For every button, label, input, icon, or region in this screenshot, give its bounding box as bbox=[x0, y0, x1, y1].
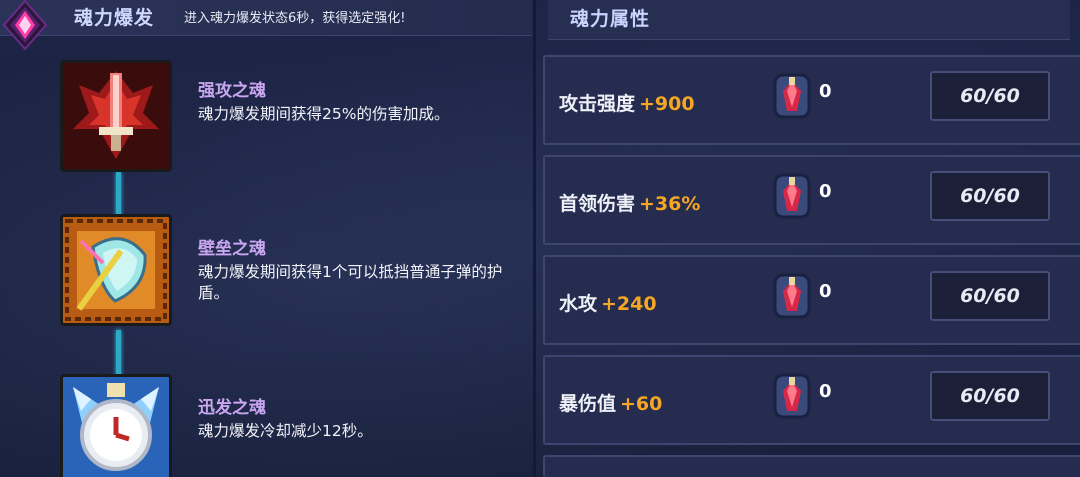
attribute-card[interactable] bbox=[543, 455, 1080, 477]
attribute-label: 首领伤害 +36% bbox=[559, 193, 701, 215]
soul-gem-icon bbox=[773, 273, 811, 319]
attribute-bonus: +240 bbox=[601, 293, 657, 315]
soul-gem-icon bbox=[773, 73, 811, 119]
gem-count: 0 bbox=[819, 381, 832, 402]
attribute-card[interactable]: 首领伤害 +36% 0 60/60 bbox=[543, 155, 1080, 245]
skill-name: 壁垒之魂 bbox=[198, 239, 266, 259]
skill-name: 迅发之魂 bbox=[198, 398, 266, 418]
soul-burst-title: 魂力爆发 bbox=[74, 7, 155, 29]
soul-attributes-title: 魂力属性 bbox=[570, 8, 651, 30]
clock-soul-icon[interactable] bbox=[60, 374, 172, 477]
attribute-level: 60/60 bbox=[930, 71, 1050, 121]
chain-connector bbox=[116, 330, 121, 378]
skill-description: 魂力爆发期间获得1个可以抵挡普通子弹的护盾。 bbox=[198, 263, 503, 302]
gem-count: 0 bbox=[819, 181, 832, 202]
attribute-bonus: +36% bbox=[639, 193, 701, 215]
skill-description: 魂力爆发冷却减少12秒。 bbox=[198, 422, 373, 440]
attribute-bonus: +900 bbox=[639, 93, 695, 115]
attribute-card[interactable]: 水攻 +240 0 60/60 bbox=[543, 255, 1080, 345]
attribute-card[interactable]: 暴伤值 +60 0 60/60 bbox=[543, 355, 1080, 445]
attribute-level: 60/60 bbox=[930, 171, 1050, 221]
attribute-level: 60/60 bbox=[930, 371, 1050, 421]
gem-count: 0 bbox=[819, 81, 832, 102]
soul-gem-icon bbox=[773, 173, 811, 219]
attribute-label: 水攻 +240 bbox=[559, 293, 657, 315]
shield-soul-icon[interactable] bbox=[60, 214, 172, 326]
attribute-bonus: +60 bbox=[620, 393, 663, 415]
attribute-label: 暴伤值 +60 bbox=[559, 393, 663, 415]
soul-gem-icon bbox=[773, 373, 811, 419]
chain-connector bbox=[116, 172, 121, 217]
skill-description: 魂力爆发期间获得25%的伤害加成。 bbox=[198, 105, 450, 123]
attribute-level: 60/60 bbox=[930, 271, 1050, 321]
red-sword-soul-icon[interactable] bbox=[60, 60, 172, 172]
gem-count: 0 bbox=[819, 281, 832, 302]
skill-name: 强攻之魂 bbox=[198, 81, 266, 101]
panel-divider bbox=[533, 0, 536, 477]
soul-burst-icon bbox=[2, 0, 48, 50]
attribute-label: 攻击强度 +900 bbox=[559, 93, 695, 115]
attribute-card[interactable]: 攻击强度 +900 0 60/60 bbox=[543, 55, 1080, 145]
soul-burst-subtitle: 进入魂力爆发状态6秒，获得选定强化! bbox=[184, 11, 406, 26]
